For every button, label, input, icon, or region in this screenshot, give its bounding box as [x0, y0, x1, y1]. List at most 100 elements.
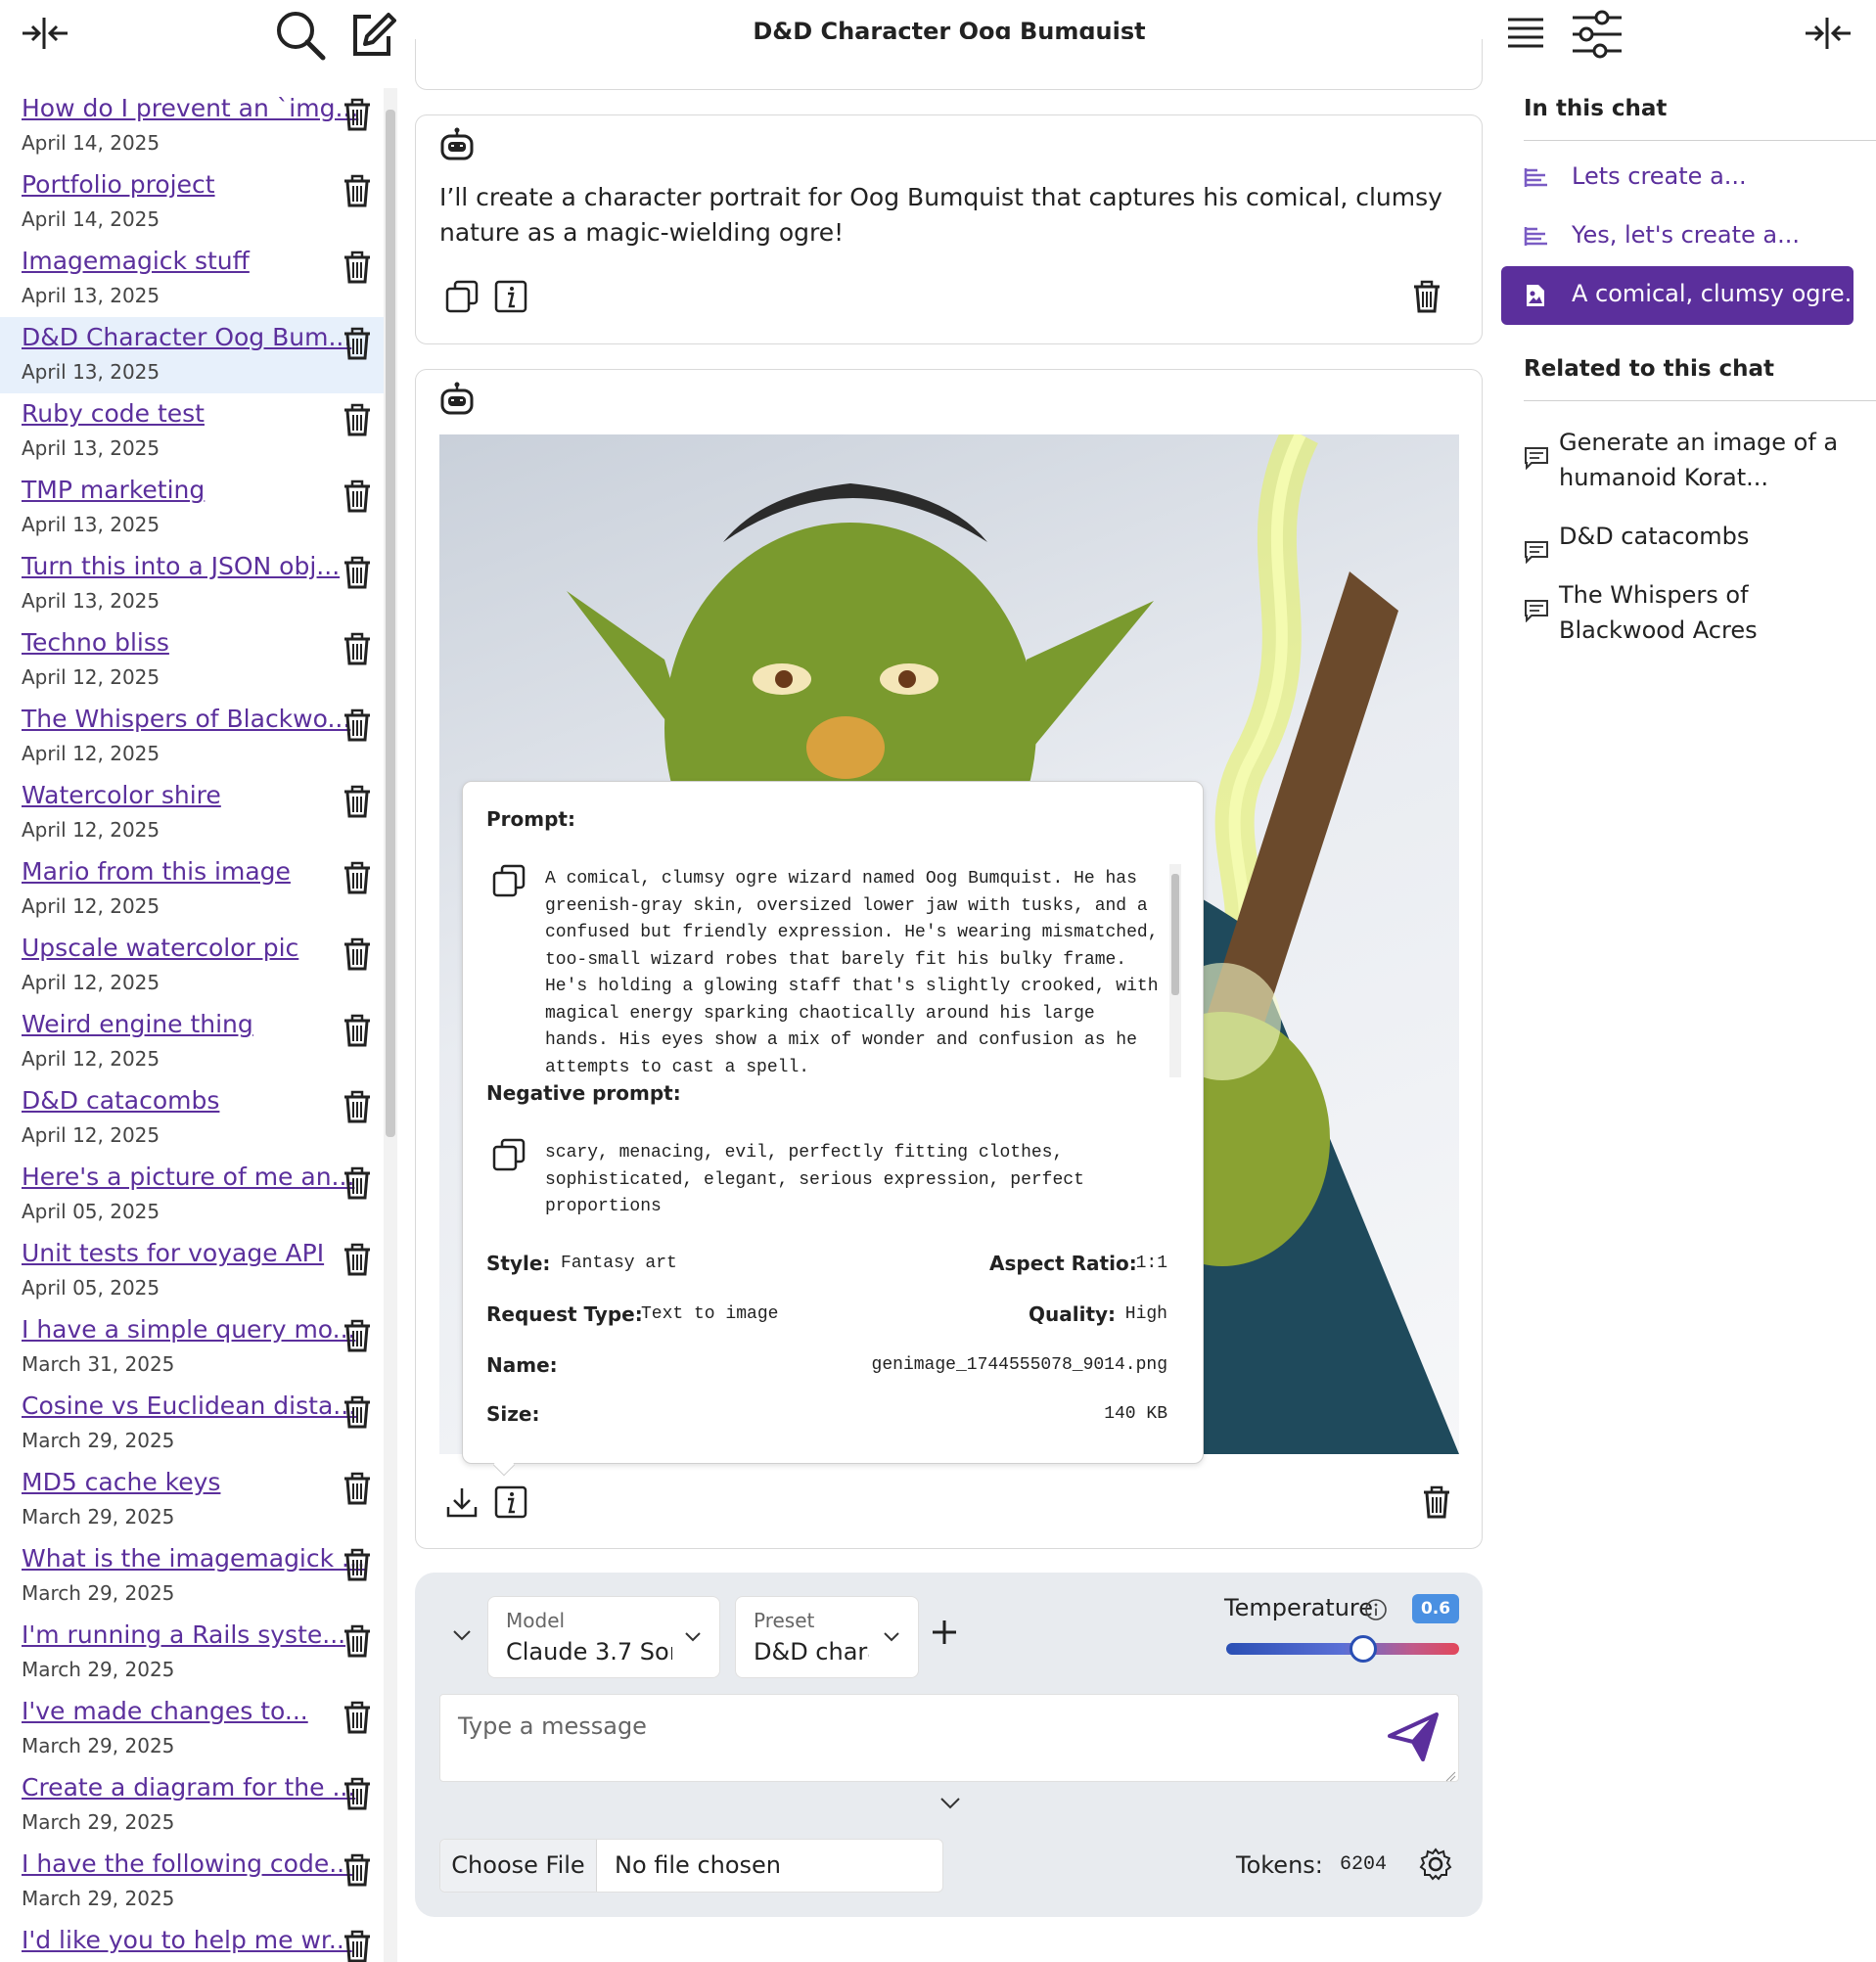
chat-list-item[interactable]: Here's a picture of me an... April 05, 20…	[0, 1157, 384, 1233]
trash-icon[interactable]	[343, 1243, 376, 1278]
trash-icon[interactable]	[343, 556, 376, 591]
chat-title-link[interactable]: I have a simple query mo...	[22, 1315, 356, 1344]
copy-icon[interactable]	[445, 280, 479, 313]
trash-icon[interactable]	[343, 251, 376, 286]
chat-list-item[interactable]: Watercolor shire April 12, 2025	[0, 775, 384, 851]
temperature-info-icon[interactable]	[1364, 1598, 1388, 1621]
sidebar-scrollbar-thumb[interactable]	[386, 110, 395, 1137]
trash-icon[interactable]	[343, 632, 376, 667]
chat-title-link[interactable]: Here's a picture of me an...	[22, 1163, 354, 1191]
trash-icon[interactable]	[343, 1395, 376, 1431]
chat-title-link[interactable]: Upscale watercolor pic	[22, 934, 298, 962]
choose-file-button[interactable]: Choose File	[440, 1840, 597, 1892]
message-input[interactable]: Type a message	[439, 1694, 1459, 1782]
chat-title-link[interactable]: Techno bliss	[22, 628, 169, 657]
in-chat-item[interactable]: Lets create a...	[1501, 149, 1853, 207]
trash-icon[interactable]	[343, 479, 376, 515]
chat-title-link[interactable]: I'd like you to help me wr...	[22, 1926, 352, 1954]
temperature-slider[interactable]	[1226, 1635, 1459, 1663]
chat-title-link[interactable]: Unit tests for voyage API	[22, 1239, 324, 1267]
search-icon[interactable]	[272, 8, 329, 63]
chat-title-link[interactable]: How do I prevent an `img...	[22, 94, 358, 122]
trash-icon[interactable]	[343, 1472, 376, 1507]
menu-icon[interactable]	[1503, 12, 1548, 55]
collapse-left-sidebar-icon[interactable]	[20, 12, 70, 55]
new-chat-icon[interactable]	[347, 8, 398, 63]
chat-title-link[interactable]: Mario from this image	[22, 857, 291, 886]
chat-list-item[interactable]: Unit tests for voyage API April 05, 2025	[0, 1233, 384, 1309]
trash-icon[interactable]	[343, 1090, 376, 1125]
trash-icon[interactable]	[343, 708, 376, 744]
chat-list-item[interactable]: I'm running a Rails syste... March 29, 20…	[0, 1615, 384, 1691]
expand-chevron-icon[interactable]	[938, 1791, 963, 1814]
chat-list-item[interactable]: The Whispers of Blackwo... April 12, 2025	[0, 699, 384, 775]
chat-list-item[interactable]: Mario from this image April 12, 2025	[0, 851, 384, 928]
trash-icon[interactable]	[343, 1014, 376, 1049]
gear-icon[interactable]	[1419, 1848, 1452, 1881]
chat-title-link[interactable]: Weird engine thing	[22, 1010, 253, 1038]
chat-title-link[interactable]: TMP marketing	[22, 476, 205, 504]
copy-negative-prompt-icon[interactable]	[492, 1138, 526, 1171]
trash-icon[interactable]	[343, 327, 376, 362]
chat-list-item[interactable]: I'd like you to help me wr...	[0, 1920, 384, 1962]
chat-title-link[interactable]: I've made changes to...	[22, 1697, 308, 1725]
trash-icon[interactable]	[343, 1166, 376, 1202]
related-chat-link[interactable]: D&D catacombs	[1559, 519, 1853, 554]
in-chat-item[interactable]: Yes, let's create a...	[1501, 207, 1853, 266]
settings-sliders-icon[interactable]	[1570, 8, 1624, 61]
chat-list-item[interactable]: Techno bliss April 12, 2025	[0, 622, 384, 699]
send-icon[interactable]	[1388, 1712, 1441, 1763]
trash-icon[interactable]	[343, 1777, 376, 1812]
file-upload[interactable]: Choose File No file chosen	[439, 1839, 943, 1893]
add-preset-icon[interactable]	[930, 1618, 963, 1651]
chat-title-link[interactable]: MD5 cache keys	[22, 1468, 220, 1496]
download-icon[interactable]	[445, 1485, 479, 1519]
copy-prompt-icon[interactable]	[492, 864, 526, 897]
delete-message-icon[interactable]	[1412, 280, 1445, 313]
trash-icon[interactable]	[343, 1319, 376, 1354]
trash-icon[interactable]	[343, 1701, 376, 1736]
collapse-options-chevron-icon[interactable]	[450, 1623, 483, 1657]
trash-icon[interactable]	[343, 1930, 376, 1962]
chat-title-link[interactable]: D&D Character Oog Bum...	[22, 323, 351, 351]
delete-image-icon[interactable]	[1422, 1485, 1455, 1519]
chat-title-link[interactable]: Create a diagram for the ...	[22, 1773, 355, 1802]
chat-list-item[interactable]: MD5 cache keys March 29, 2025	[0, 1462, 384, 1538]
chat-list-item[interactable]: I've made changes to... March 29, 2025	[0, 1691, 384, 1767]
trash-icon[interactable]	[343, 403, 376, 438]
chat-title-link[interactable]: I have the following code...	[22, 1849, 352, 1878]
collapse-right-sidebar-icon[interactable]	[1803, 12, 1853, 55]
trash-icon[interactable]	[343, 1624, 376, 1660]
temperature-slider-thumb[interactable]	[1350, 1635, 1377, 1663]
chat-list-item[interactable]: How do I prevent an `img... April 14, 202…	[0, 88, 384, 164]
trash-icon[interactable]	[343, 861, 376, 896]
chat-list-item[interactable]: Weird engine thing April 12, 2025	[0, 1004, 384, 1080]
chat-list-item[interactable]: TMP marketing April 13, 2025	[0, 470, 384, 546]
preset-select[interactable]: Preset D&D character	[735, 1596, 919, 1678]
chat-list-item[interactable]: I have a simple query mo... March 31, 202…	[0, 1309, 384, 1386]
trash-icon[interactable]	[343, 937, 376, 973]
chat-list-item[interactable]: Ruby code test April 13, 2025	[0, 393, 384, 470]
chat-list-item[interactable]: Upscale watercolor pic April 12, 2025	[0, 928, 384, 1004]
chat-title-link[interactable]: Turn this into a JSON obj...	[22, 552, 340, 580]
resize-handle-icon[interactable]	[1444, 1767, 1456, 1782]
related-chat-link[interactable]: Generate an image of a humanoid Korat...	[1559, 425, 1853, 495]
chat-title-link[interactable]: What is the imagemagick ...	[22, 1544, 365, 1573]
info-icon[interactable]	[494, 1485, 527, 1519]
chat-title-link[interactable]: The Whispers of Blackwo...	[22, 705, 350, 733]
prompt-scrollbar[interactable]	[1169, 864, 1181, 1077]
chat-list-item[interactable]: I have the following code... March 29, 20…	[0, 1844, 384, 1920]
chat-list-item[interactable]: D&D catacombs April 12, 2025	[0, 1080, 384, 1157]
chat-list-item[interactable]: What is the imagemagick ... March 29, 202…	[0, 1538, 384, 1615]
chat-list-item[interactable]: Cosine vs Euclidean dista... March 29, 20…	[0, 1386, 384, 1462]
in-chat-item[interactable]: A comical, clumsy ogre...	[1501, 266, 1867, 325]
chat-title-link[interactable]: Ruby code test	[22, 399, 205, 428]
chat-list-item[interactable]: Create a diagram for the ... March 29, 20…	[0, 1767, 384, 1844]
chat-title-link[interactable]: I'm running a Rails syste...	[22, 1620, 345, 1649]
trash-icon[interactable]	[343, 98, 376, 133]
chat-list-item[interactable]: D&D Character Oog Bum... April 13, 2025	[0, 317, 384, 393]
model-select[interactable]: Model Claude 3.7 Sonnet	[487, 1596, 720, 1678]
info-icon[interactable]	[494, 280, 527, 313]
chat-list-item[interactable]: Imagemagick stuff April 13, 2025	[0, 241, 384, 317]
trash-icon[interactable]	[343, 174, 376, 209]
